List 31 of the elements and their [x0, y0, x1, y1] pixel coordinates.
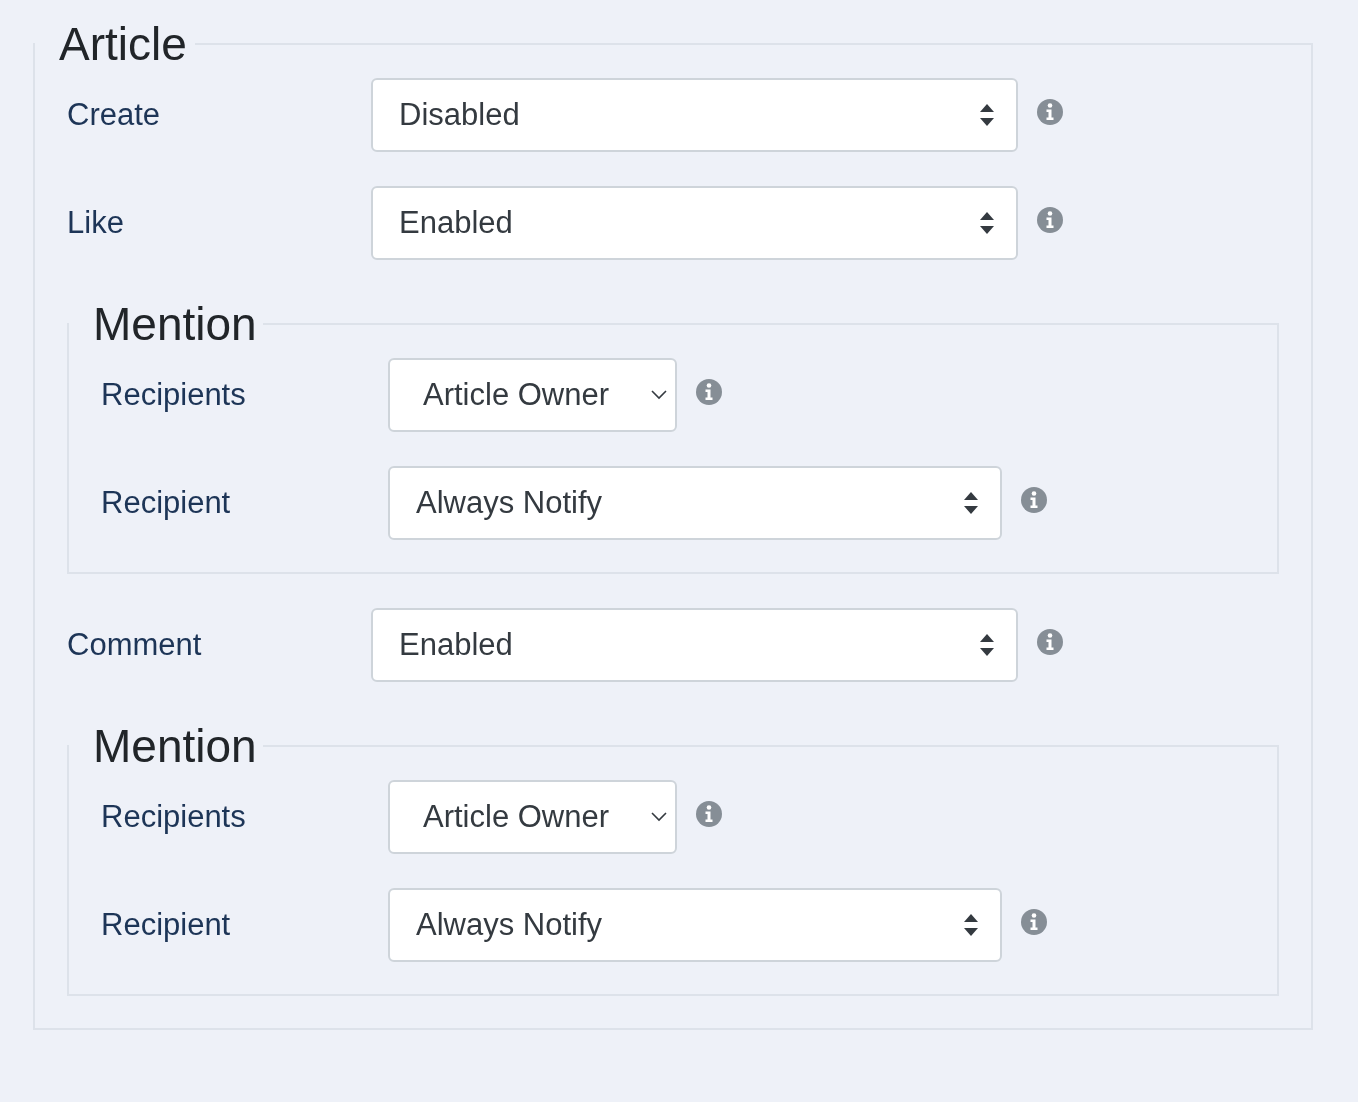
- info-icon: [1020, 908, 1048, 936]
- field-label: Like: [67, 205, 125, 241]
- field-label: Recipients: [101, 799, 247, 835]
- section-legend: Mention: [69, 298, 263, 350]
- info-icon: [1020, 486, 1048, 514]
- info-icon: [1036, 206, 1064, 234]
- select-field[interactable]: Article Owner: [388, 358, 677, 432]
- field-label: Recipient: [101, 907, 232, 943]
- section-legend: Article: [35, 18, 195, 70]
- section-legend: Mention: [69, 720, 263, 772]
- chevron-down-icon: [651, 812, 667, 822]
- select-field[interactable]: Always Notify: [388, 466, 1002, 540]
- sort-arrows-icon: [980, 634, 994, 656]
- info-icon: [1036, 98, 1064, 126]
- field-label: Recipients: [101, 377, 247, 413]
- select-field[interactable]: Always Notify: [388, 888, 1002, 962]
- field-label: Comment: [67, 627, 203, 663]
- info-icon: [695, 800, 723, 828]
- select-field[interactable]: Enabled: [371, 186, 1018, 260]
- field-label: Recipient: [101, 485, 232, 521]
- select-field[interactable]: Article Owner: [388, 780, 677, 854]
- sort-arrows-icon: [964, 914, 978, 936]
- info-icon: [1036, 628, 1064, 656]
- select-field[interactable]: Disabled: [371, 78, 1018, 152]
- sort-arrows-icon: [964, 492, 978, 514]
- info-icon: [695, 378, 723, 406]
- sort-arrows-icon: [980, 104, 994, 126]
- field-label: Create: [67, 97, 162, 133]
- select-field[interactable]: Enabled: [371, 608, 1018, 682]
- sort-arrows-icon: [980, 212, 994, 234]
- chevron-down-icon: [651, 390, 667, 400]
